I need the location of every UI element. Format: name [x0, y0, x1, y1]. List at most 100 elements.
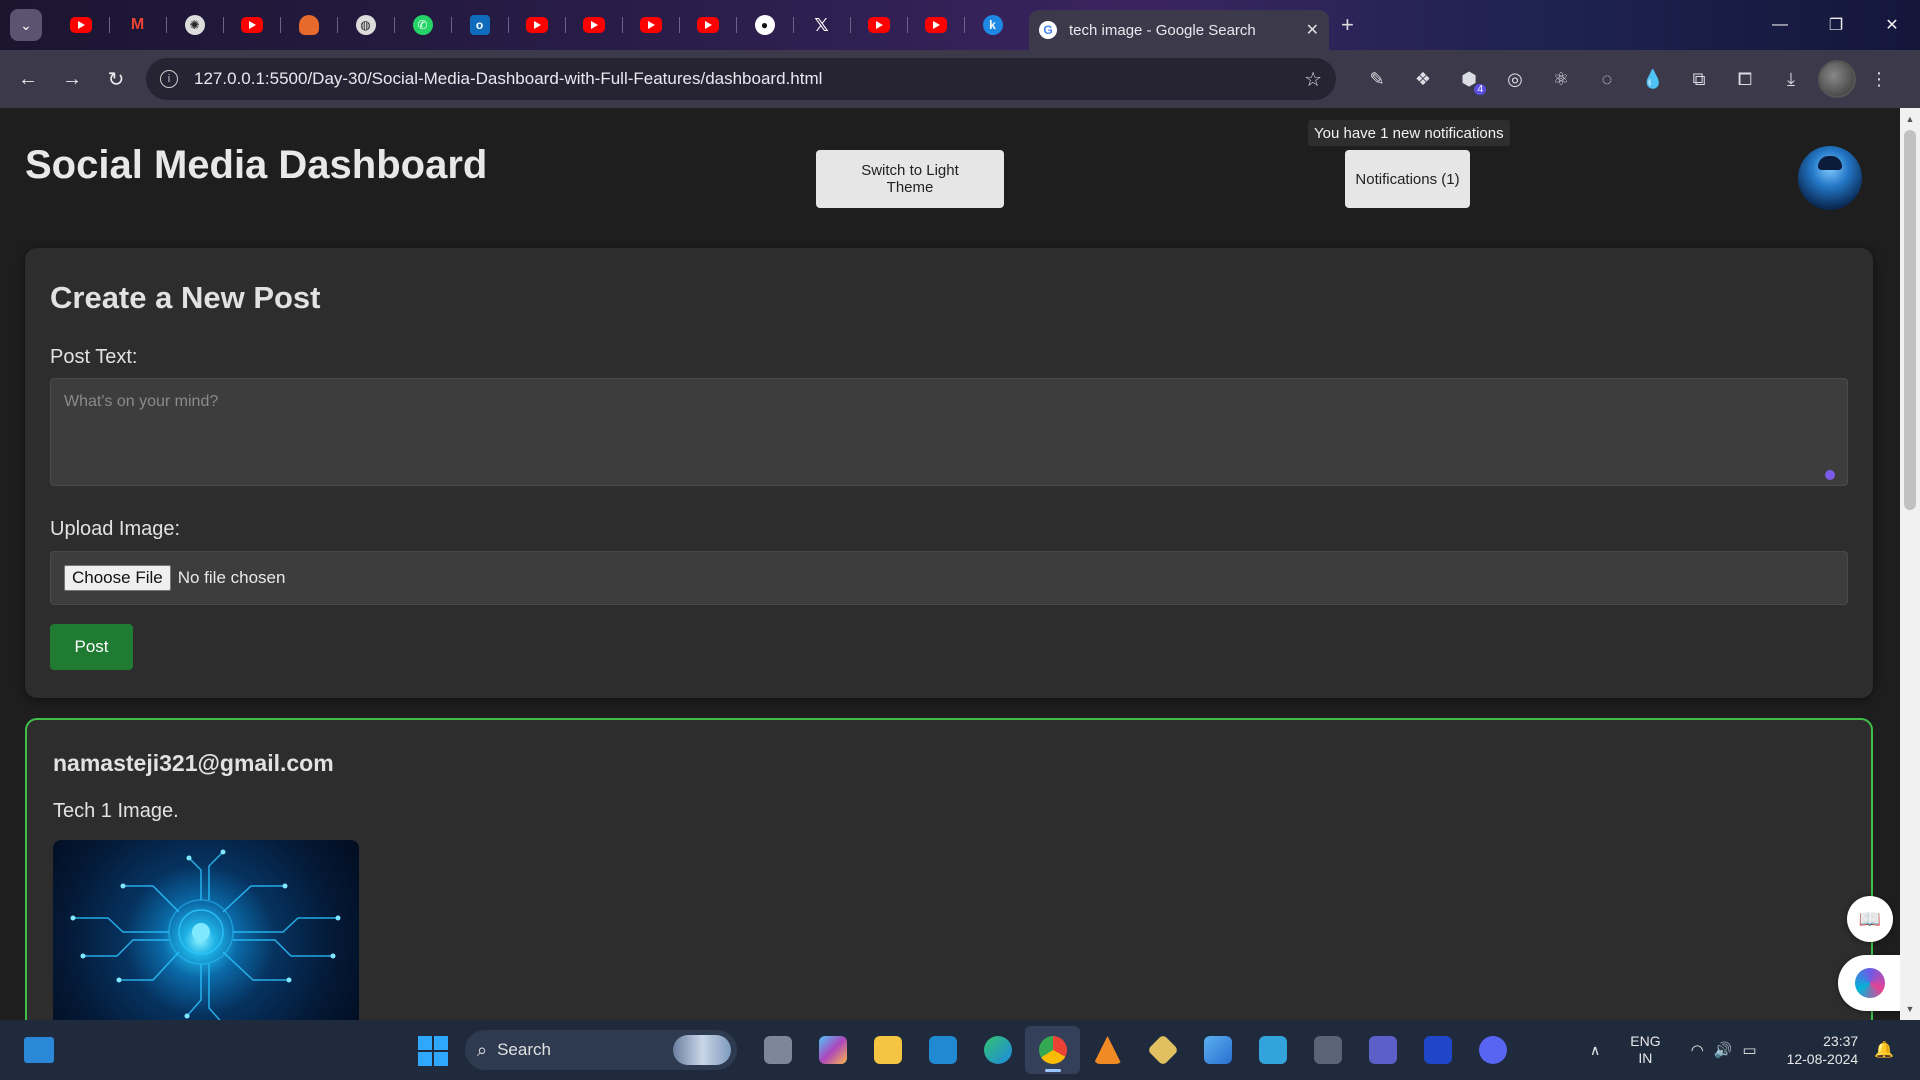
- vlc-icon[interactable]: [1080, 1026, 1135, 1074]
- photos-icon[interactable]: [1190, 1026, 1245, 1074]
- extensions-row: ✎ ❖ ⬢ 4 ◎ ⚛ ◌ 💧 ⧉ ⧠ ⤓ ⋮: [1354, 57, 1902, 101]
- outlook-icon: o: [469, 15, 490, 35]
- tab-kaggle[interactable]: k: [964, 0, 1021, 50]
- windows-taskbar: ⌕ Search ∧ ENG IN ◠ 🔊 ▭ 23:37 12-08-2024…: [0, 1020, 1920, 1080]
- target-extension-icon[interactable]: ◎: [1492, 57, 1538, 101]
- bug-extension-icon[interactable]: ❖: [1400, 57, 1446, 101]
- tab-github[interactable]: ●: [736, 0, 793, 50]
- show-hidden-icons-icon[interactable]: ∧: [1590, 1042, 1600, 1059]
- tab-gmail[interactable]: M: [109, 0, 166, 50]
- notifications-bell-icon[interactable]: 🔔: [1874, 1040, 1894, 1060]
- discord-icon[interactable]: [1465, 1026, 1520, 1074]
- edge-icon[interactable]: [970, 1026, 1025, 1074]
- scrollbar-thumb[interactable]: [1904, 130, 1916, 510]
- gmail-icon: M: [130, 16, 145, 33]
- google-icon: G: [1039, 21, 1057, 39]
- tab-whatsapp[interactable]: ✆: [394, 0, 451, 50]
- teams-icon[interactable]: [1355, 1026, 1410, 1074]
- taskbar-search-label: Search: [497, 1040, 551, 1059]
- calculator-icon[interactable]: [1300, 1026, 1355, 1074]
- resize-grip-icon[interactable]: [1825, 470, 1835, 480]
- scroll-up-arrow-icon[interactable]: ▲: [1900, 110, 1920, 128]
- start-windows-icon[interactable]: [418, 1036, 448, 1066]
- address-bar[interactable]: i 127.0.0.1:5500/Day-30/Social-Media-Das…: [146, 58, 1336, 100]
- clock[interactable]: 23:37 12-08-2024: [1787, 1032, 1859, 1068]
- user-avatar[interactable]: [1798, 146, 1862, 210]
- create-post-card: Create a New Post Post Text: Upload Imag…: [25, 248, 1873, 698]
- close-tab-icon[interactable]: ✕: [1306, 20, 1319, 40]
- language-region: IN: [1638, 1050, 1653, 1066]
- battery-icon[interactable]: ▭: [1742, 1041, 1756, 1059]
- kaggle-icon: k: [982, 15, 1003, 35]
- page-title: Social Media Dashboard: [25, 143, 488, 187]
- extension-badge: 4: [1474, 84, 1486, 95]
- tab-youtube-3[interactable]: [508, 0, 565, 50]
- bookmark-star-icon[interactable]: ☆: [1304, 67, 1322, 92]
- tab-openai[interactable]: ✺: [166, 0, 223, 50]
- tab-web[interactable]: ◍: [337, 0, 394, 50]
- git-icon[interactable]: [1135, 1026, 1190, 1074]
- whatsapp-icon: ✆: [412, 15, 433, 35]
- drop-extension-icon[interactable]: 💧: [1630, 57, 1676, 101]
- tab-outlook[interactable]: o: [451, 0, 508, 50]
- screenshot-extension-icon[interactable]: ⧉: [1676, 57, 1722, 101]
- file-explorer-icon[interactable]: [860, 1026, 915, 1074]
- scroll-down-arrow-icon[interactable]: ▼: [1900, 1000, 1920, 1018]
- tab-youtube-6[interactable]: [679, 0, 736, 50]
- tab-youtube-1[interactable]: [52, 0, 109, 50]
- youtube-icon: [240, 17, 263, 33]
- file-input[interactable]: Choose File No file chosen: [50, 551, 1848, 605]
- close-window-icon[interactable]: ✕: [1864, 0, 1920, 50]
- zoom-extension-icon[interactable]: ◌: [1584, 57, 1630, 101]
- tab-youtube-8[interactable]: [907, 0, 964, 50]
- taskbar-search[interactable]: ⌕ Search: [465, 1030, 737, 1070]
- tab-x[interactable]: 𝕏: [793, 0, 850, 50]
- profile-avatar[interactable]: [1818, 60, 1856, 98]
- stack-extension-icon[interactable]: ⬢ 4: [1446, 57, 1492, 101]
- tab-youtube-5[interactable]: [622, 0, 679, 50]
- switch-theme-button[interactable]: Switch to Light Theme: [816, 150, 1004, 208]
- language-indicator[interactable]: ENG IN: [1630, 1033, 1660, 1067]
- task-view-icon[interactable]: [750, 1026, 805, 1074]
- notifications-button[interactable]: Notifications (1): [1345, 150, 1470, 208]
- eyedropper-extension-icon[interactable]: ✎: [1354, 57, 1400, 101]
- post-text-label: Post Text:: [50, 346, 138, 368]
- remote-desktop-icon[interactable]: [1245, 1026, 1300, 1074]
- menu-dots-icon[interactable]: ⋮: [1856, 57, 1902, 101]
- post-text-input[interactable]: [50, 378, 1848, 486]
- post-submit-button[interactable]: Post: [50, 624, 133, 670]
- widgets-icon[interactable]: [24, 1037, 54, 1063]
- reading-mode-icon[interactable]: 📖: [1847, 896, 1893, 942]
- tab-postman[interactable]: [280, 0, 337, 50]
- forward-arrow-icon[interactable]: →: [50, 57, 94, 101]
- search-icon: ⌕: [477, 1039, 488, 1060]
- tab-search-chevron-icon[interactable]: ⌄: [10, 9, 42, 41]
- reload-icon[interactable]: ↻: [94, 57, 138, 101]
- minimize-icon[interactable]: —: [1752, 0, 1808, 50]
- react-extension-icon[interactable]: ⚛: [1538, 57, 1584, 101]
- page-scrollbar[interactable]: ▲ ▼: [1900, 108, 1920, 1020]
- active-tab[interactable]: G tech image - Google Search ✕: [1029, 10, 1329, 50]
- puzzle-extensions-icon[interactable]: ⧠: [1722, 57, 1768, 101]
- new-tab-plus-icon[interactable]: +: [1341, 12, 1354, 38]
- ai-assistant-icon[interactable]: [1838, 955, 1902, 1011]
- volume-icon[interactable]: 🔊: [1714, 1041, 1733, 1059]
- back-arrow-icon[interactable]: ←: [6, 57, 50, 101]
- site-info-icon[interactable]: i: [160, 70, 178, 88]
- wifi-icon[interactable]: ◠: [1691, 1041, 1704, 1059]
- github-icon: ●: [754, 15, 775, 35]
- language-primary: ENG: [1630, 1033, 1661, 1049]
- tab-youtube-7[interactable]: [850, 0, 907, 50]
- tab-youtube-4[interactable]: [565, 0, 622, 50]
- vscode-icon[interactable]: [915, 1026, 970, 1074]
- download-icon[interactable]: ⤓: [1768, 57, 1814, 101]
- restore-icon[interactable]: ❐: [1808, 0, 1864, 50]
- chrome-icon[interactable]: [1025, 1026, 1080, 1074]
- address-url[interactable]: 127.0.0.1:5500/Day-30/Social-Media-Dashb…: [194, 69, 1304, 89]
- l-app-icon[interactable]: [1410, 1026, 1465, 1074]
- youtube-icon: [696, 17, 719, 33]
- tab-youtube-2[interactable]: [223, 0, 280, 50]
- create-post-heading: Create a New Post: [50, 280, 321, 315]
- copilot-icon[interactable]: [805, 1026, 860, 1074]
- choose-file-button[interactable]: Choose File: [64, 565, 171, 591]
